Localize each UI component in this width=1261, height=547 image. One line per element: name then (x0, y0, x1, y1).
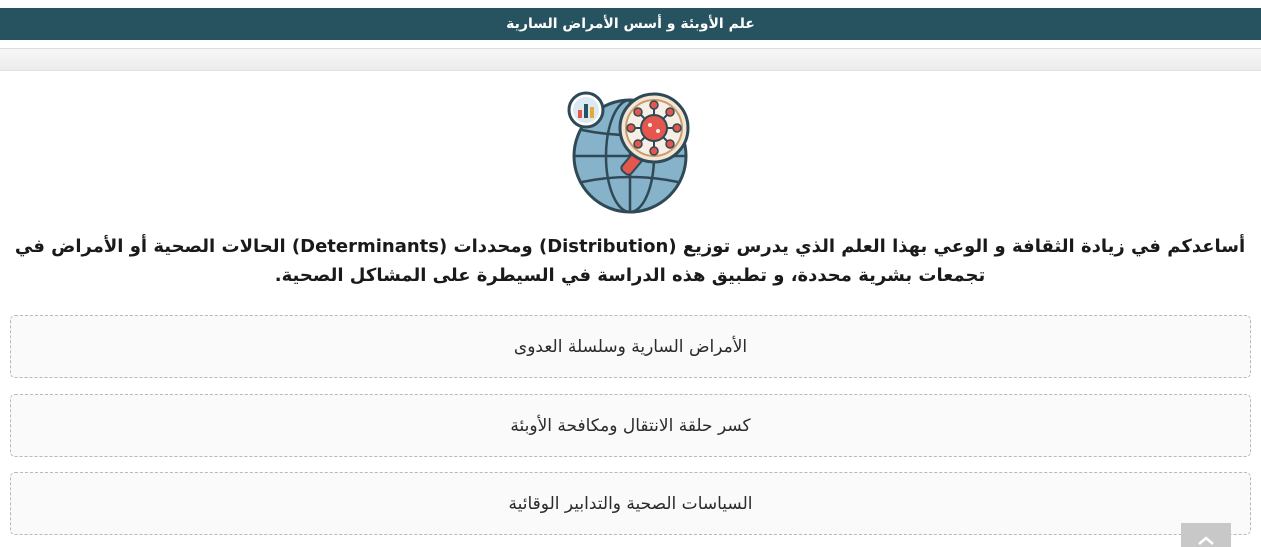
section-label: السياسات الصحية والتدابير الوقائية (508, 493, 753, 514)
title-bar: علم الأوبئة و أسس الأمراض السارية (0, 8, 1261, 40)
section-communicable-diseases[interactable]: الأمراض السارية وسلسلة العدوى (10, 315, 1251, 378)
top-strip (0, 0, 1261, 8)
page: علم الأوبئة و أسس الأمراض السارية أساعدك… (0, 0, 1261, 547)
section-breaking-transmission[interactable]: كسر حلقة الانتقال ومكافحة الأوبئة (10, 394, 1251, 457)
section-health-policies[interactable]: السياسات الصحية والتدابير الوقائية (10, 472, 1251, 535)
sub-bar (0, 49, 1261, 71)
chevron-up-icon (1198, 536, 1214, 545)
intro-text: أساعدكم في زيادة الثقافة و الوعي بهذا ال… (14, 236, 1246, 286)
globe-virus-magnifier-chart-icon (564, 88, 694, 216)
page-title: علم الأوبئة و أسس الأمراض السارية (506, 16, 755, 32)
scroll-to-top-button[interactable] (1181, 523, 1231, 547)
section-label: كسر حلقة الانتقال ومكافحة الأوبئة (510, 415, 751, 436)
section-label: الأمراض السارية وسلسلة العدوى (513, 336, 748, 357)
